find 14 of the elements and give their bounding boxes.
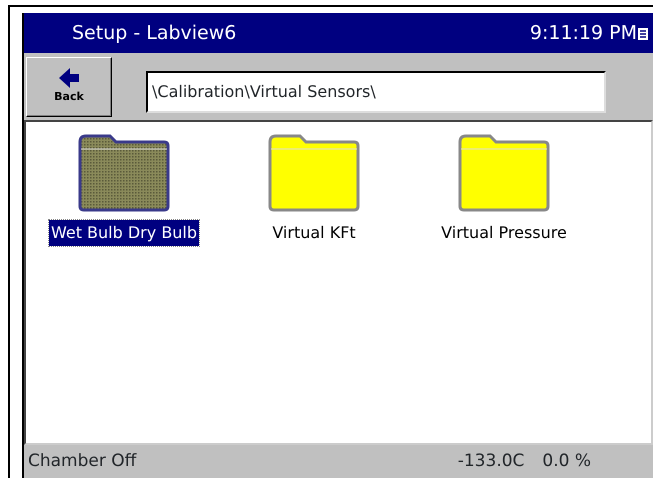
folder-label: Wet Bulb Dry Bulb xyxy=(48,220,200,246)
folder-icon[interactable] xyxy=(268,132,360,212)
temperature-reading: -133.0C xyxy=(458,450,524,473)
folder-label: Virtual KFt xyxy=(271,222,357,244)
humidity-reading: 0.0 % xyxy=(542,450,591,473)
path-field[interactable]: \Calibration\Virtual Sensors\ xyxy=(146,70,606,112)
folder-icon[interactable] xyxy=(458,132,550,212)
back-arrow-icon xyxy=(58,67,80,90)
window-title: Setup - Labview6 xyxy=(72,20,238,46)
folder-label: Virtual Pressure xyxy=(440,222,568,244)
clock-text: 9:11:19 PM xyxy=(530,20,637,46)
chamber-status-text: Chamber Off xyxy=(28,450,136,473)
back-button[interactable]: Back xyxy=(26,56,112,116)
selected-folder-icon[interactable] xyxy=(78,132,170,212)
